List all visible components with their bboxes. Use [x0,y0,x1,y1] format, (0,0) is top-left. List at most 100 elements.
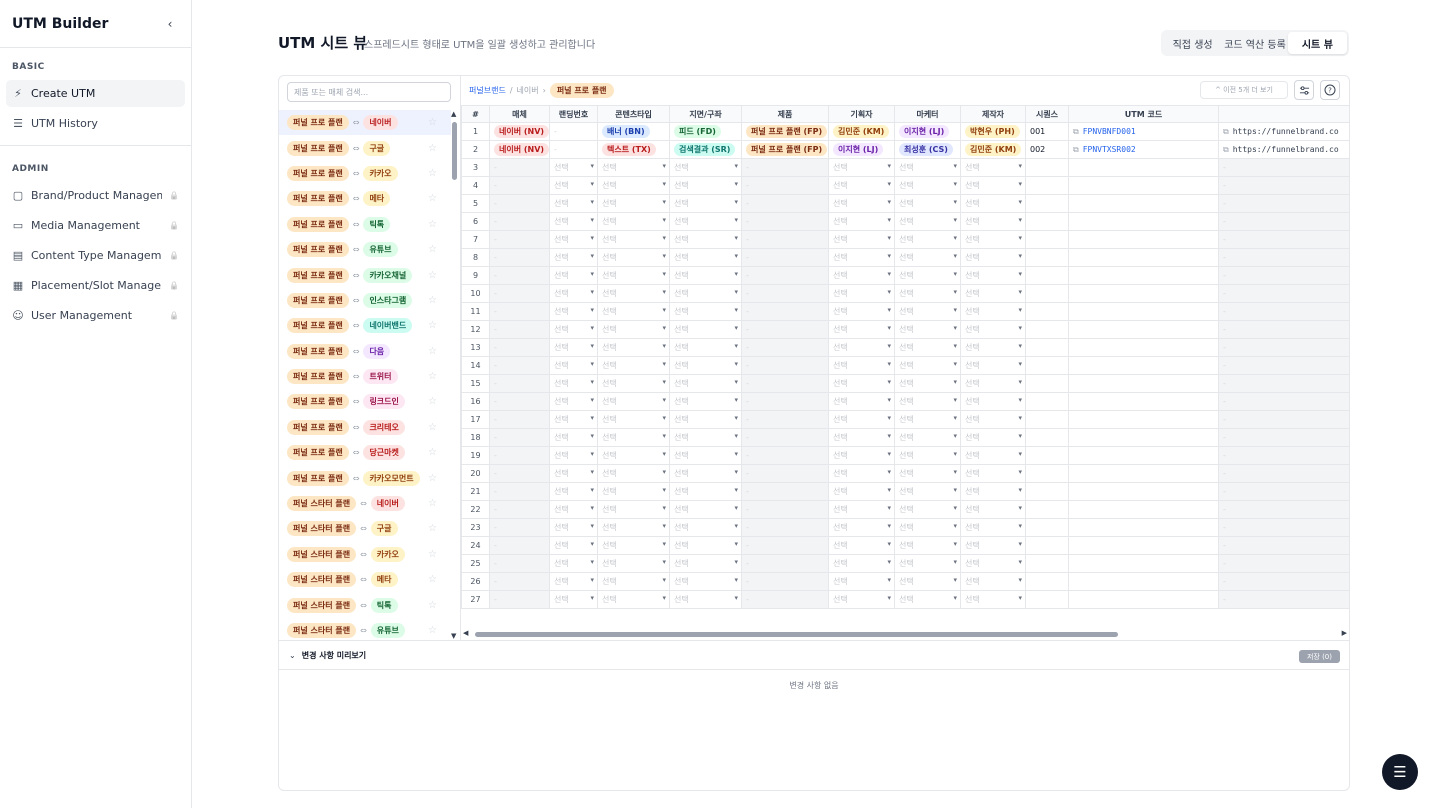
utm-code-cell[interactable]: ⧉ FPNVBNFD001 [1068,122,1219,141]
media-cell[interactable]: - [489,302,550,321]
url-cell[interactable]: - [1218,284,1349,303]
sequence-cell[interactable] [1025,374,1069,393]
url-cell[interactable]: - [1218,356,1349,375]
content-type-select[interactable]: 선택 [597,356,670,375]
star-icon[interactable]: ☆ [428,473,437,484]
producer-cell[interactable]: 박현우 (PH) [960,122,1026,141]
url-cell[interactable]: - [1218,428,1349,447]
placement-select[interactable]: 선택 [669,248,742,267]
media-cell[interactable]: - [489,356,550,375]
placement-select[interactable]: 선택 [669,320,742,339]
star-icon[interactable]: ☆ [428,244,437,255]
star-icon[interactable]: ☆ [428,549,437,560]
copy-icon[interactable]: ⧉ [1073,145,1079,154]
marketer-select[interactable]: 선택 [894,248,961,267]
producer-select[interactable]: 선택 [960,248,1026,267]
marketer-select[interactable]: 선택 [894,590,961,609]
placement-select[interactable]: 선택 [669,374,742,393]
scroll-right-icon[interactable]: ▶ [1342,629,1347,637]
placement-select[interactable]: 선택 [669,392,742,411]
marketer-select[interactable]: 선택 [894,284,961,303]
menu-icon[interactable]: ☰ [1382,754,1418,790]
url-cell[interactable]: - [1218,446,1349,465]
changes-preview-toggle[interactable]: ⌄ 변경 사항 미리보기 저장 (0) [279,640,1349,670]
marketer-select[interactable]: 선택 [894,464,961,483]
sequence-cell[interactable]: 001 [1025,122,1069,141]
planner-select[interactable]: 선택 [828,356,895,375]
url-cell[interactable]: - [1218,464,1349,483]
media-cell[interactable]: 네이버 (NV) [489,122,550,141]
content-type-select[interactable]: 선택 [597,500,670,519]
landing-select[interactable]: 선택 [549,572,598,591]
content-type-select[interactable]: 선택 [597,374,670,393]
content-type-cell[interactable]: 텍스트 (TX) [597,140,670,159]
star-icon[interactable]: ☆ [428,396,437,407]
placement-select[interactable]: 선택 [669,446,742,465]
planner-select[interactable]: 선택 [828,572,895,591]
planner-select[interactable]: 선택 [828,446,895,465]
sliders-icon[interactable] [1294,80,1314,100]
product-cell[interactable]: - [741,212,829,231]
product-cell[interactable]: - [741,554,829,573]
planner-select[interactable]: 선택 [828,230,895,249]
landing-select[interactable]: 선택 [549,212,598,231]
product-cell[interactable]: - [741,356,829,375]
landing-select[interactable]: 선택 [549,464,598,483]
list-item[interactable]: 퍼널 프로 플랜 ⇔ 크리테오 ☆ [279,415,451,440]
planner-select[interactable]: 선택 [828,590,895,609]
star-icon[interactable]: ☆ [428,168,437,179]
sequence-cell[interactable] [1025,158,1069,177]
product-cell[interactable]: 퍼널 프로 플랜 (FP) [741,122,829,141]
product-cell[interactable]: - [741,536,829,555]
sequence-cell[interactable] [1025,230,1069,249]
sequence-cell[interactable] [1025,554,1069,573]
producer-select[interactable]: 선택 [960,500,1026,519]
list-item[interactable]: 퍼널 프로 플랜 ⇔ 인스타그램 ☆ [279,288,451,313]
url-cell[interactable]: - [1218,212,1349,231]
sidebar-item-utm-history[interactable]: ☰ UTM History [6,110,185,137]
producer-select[interactable]: 선택 [960,212,1026,231]
landing-select[interactable]: 선택 [549,356,598,375]
planner-select[interactable]: 선택 [828,212,895,231]
star-icon[interactable]: ☆ [428,498,437,509]
list-item[interactable]: 퍼널 스타터 플랜 ⇔ 틱톡 ☆ [279,592,451,617]
producer-select[interactable]: 선택 [960,536,1026,555]
url-cell[interactable]: - [1218,572,1349,591]
content-type-select[interactable]: 선택 [597,230,670,249]
url-cell[interactable]: - [1218,158,1349,177]
sequence-cell[interactable] [1025,500,1069,519]
content-type-select[interactable]: 선택 [597,248,670,267]
placement-select[interactable]: 선택 [669,590,742,609]
load-previous-button[interactable]: ^ 이전 5개 더 보기 [1200,81,1288,99]
url-cell[interactable]: ⧉ https://funnelbrand.co [1218,140,1349,159]
list-item[interactable]: 퍼널 프로 플랜 ⇔ 당근마켓 ☆ [279,440,451,465]
product-cell[interactable]: - [741,338,829,357]
marketer-select[interactable]: 선택 [894,392,961,411]
placement-select[interactable]: 선택 [669,554,742,573]
product-cell[interactable]: - [741,572,829,591]
media-cell[interactable]: - [489,176,550,195]
star-icon[interactable]: ☆ [428,447,437,458]
product-cell[interactable]: - [741,302,829,321]
marketer-select[interactable]: 선택 [894,410,961,429]
list-item[interactable]: 퍼널 프로 플랜 ⇔ 유튜브 ☆ [279,237,451,262]
sidebar-item-media-management[interactable]: ▭ Media Management 🔒 [6,212,185,239]
landing-select[interactable]: 선택 [549,536,598,555]
producer-select[interactable]: 선택 [960,446,1026,465]
marketer-select[interactable]: 선택 [894,230,961,249]
landing-select[interactable]: 선택 [549,158,598,177]
horizontal-scroll-thumb[interactable] [475,632,1118,637]
sequence-cell[interactable] [1025,464,1069,483]
landing-select[interactable]: 선택 [549,320,598,339]
placement-select[interactable]: 선택 [669,266,742,285]
placement-select[interactable]: 선택 [669,518,742,537]
product-cell[interactable]: - [741,518,829,537]
breadcrumb-brand[interactable]: 퍼널브랜드 [469,85,506,96]
marketer-select[interactable]: 선택 [894,482,961,501]
content-type-cell[interactable]: 배너 (BN) [597,122,670,141]
media-cell[interactable]: - [489,248,550,267]
planner-select[interactable]: 선택 [828,320,895,339]
tab-direct-create[interactable]: 직접 생성 [1163,32,1222,54]
media-cell[interactable]: - [489,590,550,609]
star-icon[interactable]: ☆ [428,295,437,306]
